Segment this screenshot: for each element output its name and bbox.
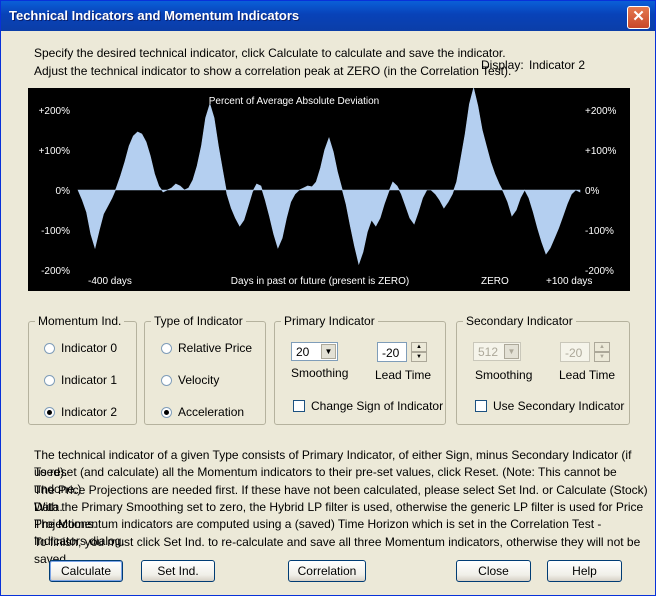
spin-down-icon[interactable]: ▼ [594,352,610,362]
title-bar[interactable]: Technical Indicators and Momentum Indica… [1,1,655,31]
radio-indicator-1[interactable]: Indicator 1 [44,373,117,387]
type-group-title: Type of Indicator [151,314,246,328]
radio-dot[interactable] [161,374,172,386]
dialog-window: Technical Indicators and Momentum Indica… [0,0,656,596]
radio-dot[interactable] [44,374,55,386]
spin-up-icon[interactable]: ▲ [411,342,427,352]
intro-line-2: Adjust the technical indicator to show a… [34,64,512,78]
y-tick-label-right: -100% [585,226,614,237]
x-marker-label: ZERO [481,276,509,287]
change-sign-checkbox[interactable]: Change Sign of Indicator [293,399,443,413]
primary-lead-time-label: Lead Time [375,368,432,382]
use-secondary-checkbox[interactable]: Use Secondary Indicator [475,399,624,413]
y-tick-label-left: -200% [41,266,70,277]
secondary-group-title: Secondary Indicator [463,314,576,328]
correlation-button[interactable]: Correlation [288,560,366,582]
type-group: Type of Indicator Relative Price Velocit… [144,314,266,425]
checkbox-box[interactable] [475,400,487,412]
primary-lead-time-input[interactable]: -20 [377,342,407,362]
secondary-smoothing-label: Smoothing [475,368,533,382]
close-icon: ✕ [632,8,645,25]
primary-indicator-group: Primary Indicator 20 ▼ Smoothing -20 ▲ ▼… [274,314,446,425]
x-axis-label: Days in past or future (present is ZERO) [231,276,409,287]
set-ind-button[interactable]: Set Ind. [141,560,215,582]
momentum-group: Momentum Ind. Indicator 0 Indicator 1 In… [28,314,137,425]
radio-indicator-2[interactable]: Indicator 2 [44,405,117,419]
secondary-lead-time-input[interactable]: -20 [560,342,590,362]
calculate-button[interactable]: Calculate [49,560,123,582]
display-value: Indicator 2 [529,58,586,72]
radio-dot[interactable] [44,342,55,354]
display-label: Display: [481,58,524,72]
radio-dot-selected[interactable] [161,406,172,418]
spin-up-icon[interactable]: ▲ [594,342,610,352]
y-tick-label-right: +100% [585,146,617,157]
close-window-button[interactable]: ✕ [627,6,650,29]
chart-title: Percent of Average Absolute Deviation [209,96,379,107]
secondary-indicator-group: Secondary Indicator 512 ▼ Smoothing -20 … [456,314,630,425]
y-tick-label-left: 0% [56,186,71,197]
x-marker-label: +100 days [546,276,592,287]
chevron-down-icon[interactable]: ▼ [504,344,519,359]
radio-dot[interactable] [161,342,172,354]
y-tick-label-left: +200% [39,106,71,117]
radio-relative-price[interactable]: Relative Price [161,341,252,355]
intro-line-1: Specify the desired technical indicator,… [34,46,506,60]
spin-down-icon[interactable]: ▼ [411,352,427,362]
indicator-chart: +200% +200% +100% +100% 0% 0% -100% -100% -200% -… [28,88,630,291]
primary-smoothing-select[interactable]: 20 ▼ [291,342,338,361]
x-marker-label: -400 days [88,276,132,287]
primary-smoothing-label: Smoothing [291,366,349,380]
secondary-smoothing-select[interactable]: 512 ▼ [473,342,521,361]
primary-group-title: Primary Indicator [281,314,378,328]
checkbox-box[interactable] [293,400,305,412]
radio-indicator-0[interactable]: Indicator 0 [44,341,117,355]
momentum-group-title: Momentum Ind. [35,314,125,328]
secondary-lead-time-label: Lead Time [559,368,616,382]
help-button[interactable]: Help [547,560,622,582]
chevron-down-icon[interactable]: ▼ [321,344,336,359]
y-tick-label-right: +200% [585,106,617,117]
radio-velocity[interactable]: Velocity [161,373,219,387]
y-tick-label-right: 0% [585,186,600,197]
close-button[interactable]: Close [456,560,531,582]
y-tick-label-left: +100% [39,146,71,157]
radio-acceleration[interactable]: Acceleration [161,405,244,419]
window-title: Technical Indicators and Momentum Indica… [9,8,300,23]
y-tick-label-left: -100% [41,226,70,237]
radio-dot-selected[interactable] [44,406,55,418]
